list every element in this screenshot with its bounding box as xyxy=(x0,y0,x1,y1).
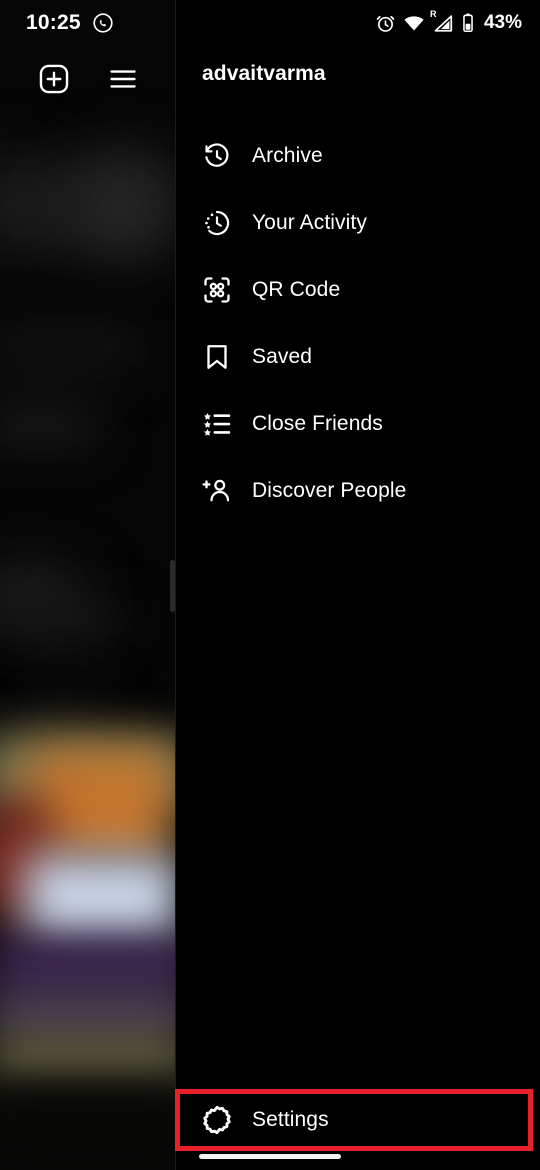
side-drawer-panel: advaitvarma Archive Your Activity QR Cod… xyxy=(170,0,540,1170)
alarm-icon xyxy=(375,13,396,34)
drawer-username[interactable]: advaitvarma xyxy=(202,62,326,86)
gear-icon xyxy=(200,1103,234,1137)
menu-item-archive[interactable]: Archive xyxy=(176,122,540,189)
menu-item-saved[interactable]: Saved xyxy=(176,323,540,390)
menu-item-label: Archive xyxy=(252,143,323,167)
battery-percent: 43% xyxy=(483,12,522,33)
bg-photo-band xyxy=(0,1080,180,1170)
menu-item-label: Saved xyxy=(252,344,313,368)
menu-item-close-friends[interactable]: Close Friends xyxy=(176,390,540,457)
home-gesture-bar[interactable] xyxy=(199,1154,341,1159)
bg-photo-band xyxy=(0,985,180,1040)
activity-clock-icon xyxy=(200,206,234,240)
top-action-bar xyxy=(0,52,175,110)
roaming-signal-icon: R xyxy=(429,9,454,34)
status-bar: 10:25 R 43% xyxy=(0,0,540,46)
roaming-badge: R xyxy=(429,9,437,19)
bookmark-icon xyxy=(200,340,234,374)
bg-photo-band xyxy=(0,1035,180,1085)
menu-item-label: Close Friends xyxy=(252,411,383,435)
add-post-button[interactable] xyxy=(37,62,71,101)
bg-blur-band xyxy=(0,320,140,380)
menu-item-label: QR Code xyxy=(252,277,341,301)
bg-blur-band xyxy=(10,600,120,645)
instagram-profile-drawer-screen: 10:25 R 43% advaitvarma Archive Your Act… xyxy=(0,0,540,1170)
bg-blur-band xyxy=(0,400,100,450)
menu-item-qr-code[interactable]: QR Code xyxy=(176,256,540,323)
menu-item-label: Your Activity xyxy=(252,210,367,234)
battery-icon xyxy=(461,12,475,34)
status-bar-left: 10:25 xyxy=(26,11,114,35)
wifi-icon xyxy=(403,12,425,34)
star-list-icon xyxy=(200,407,234,441)
blurred-background-content xyxy=(0,0,180,1170)
bg-photo-band xyxy=(25,855,180,945)
settings-label: Settings xyxy=(252,1108,329,1131)
status-bar-right: R 43% xyxy=(375,9,522,34)
qr-code-icon xyxy=(200,273,234,307)
archive-clock-icon xyxy=(200,139,234,173)
drawer-menu-list: Archive Your Activity QR Code Saved Clos… xyxy=(176,122,540,524)
menu-item-label: Discover People xyxy=(252,478,407,502)
whatsapp-icon xyxy=(92,12,114,34)
person-add-icon xyxy=(200,474,234,508)
drawer-scroll-indicator[interactable] xyxy=(170,560,175,612)
hamburger-menu-button[interactable] xyxy=(107,63,139,100)
bg-blur-blob xyxy=(55,145,180,265)
menu-item-settings[interactable]: Settings xyxy=(180,1094,528,1146)
menu-item-your-activity[interactable]: Your Activity xyxy=(176,189,540,256)
menu-item-discover-people[interactable]: Discover People xyxy=(176,457,540,524)
status-clock: 10:25 xyxy=(26,11,81,34)
